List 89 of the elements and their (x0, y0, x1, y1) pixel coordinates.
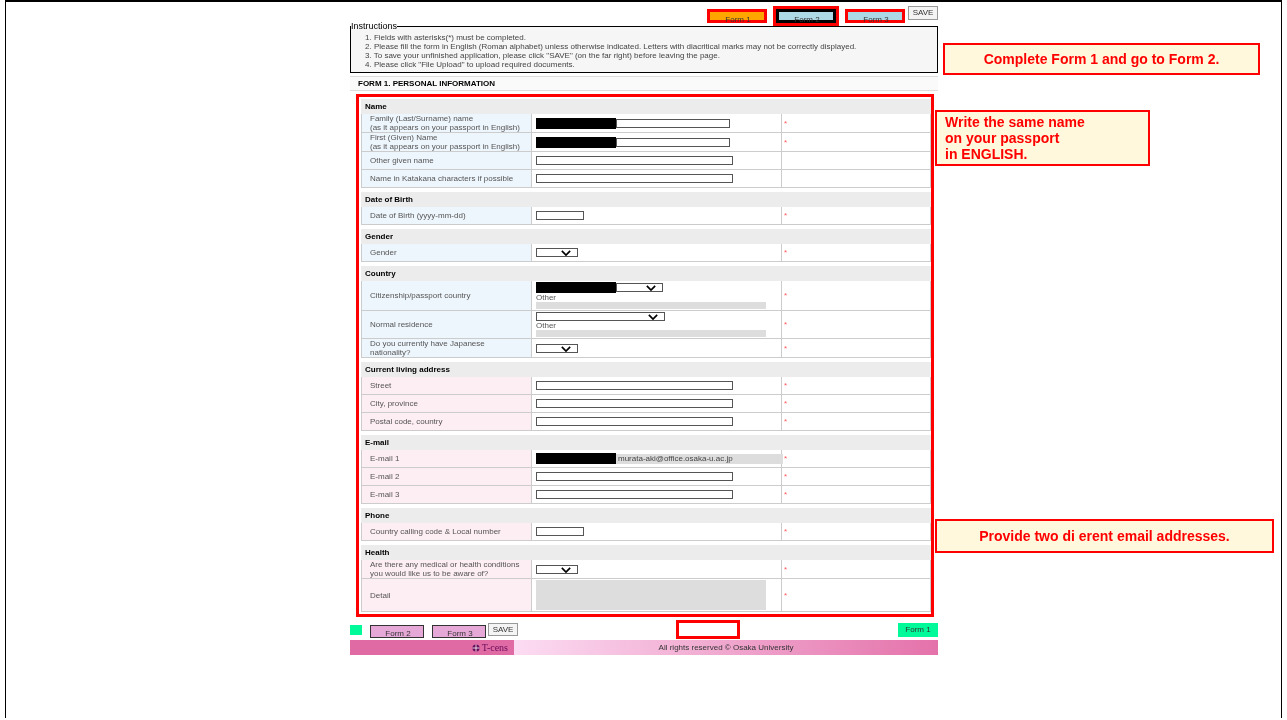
label-text: Name in Katakana characters if possible (370, 174, 515, 183)
label-text: Gender (370, 248, 398, 257)
required-mark: * (784, 417, 788, 426)
text-input[interactable] (536, 490, 733, 499)
text-input[interactable] (536, 417, 733, 426)
label-text: Street (370, 381, 393, 390)
form-nav-button[interactable]: Form 2 (370, 624, 424, 638)
text-input[interactable] (536, 381, 733, 390)
required-mark: * (784, 590, 788, 600)
logo-text: T-cens (481, 642, 508, 653)
annotation-callout: Provide two di erent email addresses. (935, 519, 1274, 553)
label-text: Normal residence (370, 320, 434, 329)
label-text: First (Given) Name (370, 133, 439, 142)
select-dropdown[interactable] (536, 564, 578, 574)
label-text: Country calling code & Local number (370, 527, 502, 536)
section-header: Name (361, 99, 931, 114)
instruction-text: 3. To save your unfinished application, please click "SAVE" (on the far right) before leaving the page. (365, 51, 721, 60)
instructions-title: Instructions (351, 21, 398, 31)
other-label: Other (536, 321, 556, 330)
other-input[interactable] (536, 330, 766, 337)
section-header: Country (361, 266, 931, 281)
label-text: City, province (370, 399, 419, 408)
copyright-text: All rights reserved © Osaka University (514, 640, 938, 655)
section-header: Date of Birth (361, 192, 931, 207)
form-nav-button[interactable]: Form 3 (432, 624, 486, 638)
form-nav-button[interactable]: Form 1 (898, 622, 938, 637)
globe-icon (471, 643, 480, 652)
label-text: Date of Birth (yyyy-mm-dd) (370, 211, 467, 220)
text-input[interactable] (536, 472, 733, 481)
tab-marker (350, 624, 362, 635)
required-mark: * (784, 472, 788, 481)
section-header: Health (361, 545, 931, 560)
chevron-down-icon (648, 314, 658, 320)
chevron-down-icon (646, 285, 656, 291)
text-input[interactable] (536, 156, 733, 165)
highlight-frame (676, 620, 740, 639)
required-mark: * (784, 248, 788, 257)
required-mark: * (784, 527, 788, 536)
annotation-callout: Write the same name on your passport in ENGLISH. (935, 110, 1150, 166)
chevron-down-icon (561, 250, 571, 256)
label-text: E-mail 2 (370, 472, 401, 481)
label-hint: (as it appears on your passport in English) (370, 123, 521, 132)
section-header: Phone (361, 508, 931, 523)
label-text: Citizenship/passport country (370, 291, 472, 300)
form-nav-button[interactable]: SAVE (488, 623, 518, 636)
required-mark: * (784, 118, 788, 128)
label-text: Do you currently have Japanese nationality? (370, 339, 486, 357)
label-text: Detail (370, 590, 392, 600)
section-header: Current living address (361, 362, 931, 377)
form-nav-button[interactable]: SAVE (908, 6, 938, 20)
text-input[interactable] (536, 174, 733, 183)
form-title: FORM 1. PERSONAL INFORMATION (350, 76, 938, 91)
select-dropdown[interactable] (536, 343, 578, 353)
email-field[interactable]: murata-aki@office.osaka-u.ac.jp (616, 453, 783, 464)
text-input[interactable] (616, 118, 730, 128)
other-input[interactable] (536, 302, 766, 309)
label-text: E-mail 1 (370, 454, 401, 463)
required-mark: * (784, 291, 788, 300)
annotation-callout: Complete Form 1 and go to Form 2. (943, 43, 1260, 75)
label-text: Family (Last/Surname) name (370, 114, 475, 123)
chevron-down-icon (561, 566, 571, 573)
section-header: Gender (361, 229, 931, 244)
instruction-text: 1. Fields with asterisks(*) must be completed. (365, 33, 527, 42)
required-mark: * (784, 564, 788, 574)
required-mark: * (784, 211, 788, 220)
label-hint: (as it appears on your passport in English) (370, 142, 521, 151)
required-mark: * (784, 454, 788, 463)
required-mark: * (784, 320, 788, 329)
required-mark: * (784, 343, 788, 353)
select-dropdown[interactable] (616, 283, 663, 292)
select-dropdown[interactable] (536, 248, 578, 257)
required-mark: * (784, 490, 788, 499)
text-input[interactable] (536, 399, 733, 408)
required-mark: * (784, 381, 788, 390)
label-text: Postal code, country (370, 417, 444, 426)
other-label: Other (536, 293, 556, 302)
instruction-text: 4. Please click "File Upload" to upload required documents. (365, 60, 576, 69)
label-text: E-mail 3 (370, 490, 401, 499)
text-input[interactable] (536, 211, 584, 220)
label-text: Are there any medical or health conditions you would like us to be aware of? (370, 560, 521, 578)
text-input[interactable] (616, 137, 730, 147)
section-header: E-mail (361, 435, 931, 450)
select-dropdown[interactable] (536, 312, 665, 321)
label-text: Other given name (370, 156, 435, 165)
required-mark: * (784, 137, 788, 147)
required-mark: * (784, 399, 788, 408)
instruction-text: 2. Please fill the form in English (Roman alphabet) unless otherwise indicated. Letters with diacritical marks may not be correctly displayed. (365, 42, 858, 51)
text-input[interactable] (536, 527, 584, 536)
chevron-down-icon (561, 345, 571, 352)
